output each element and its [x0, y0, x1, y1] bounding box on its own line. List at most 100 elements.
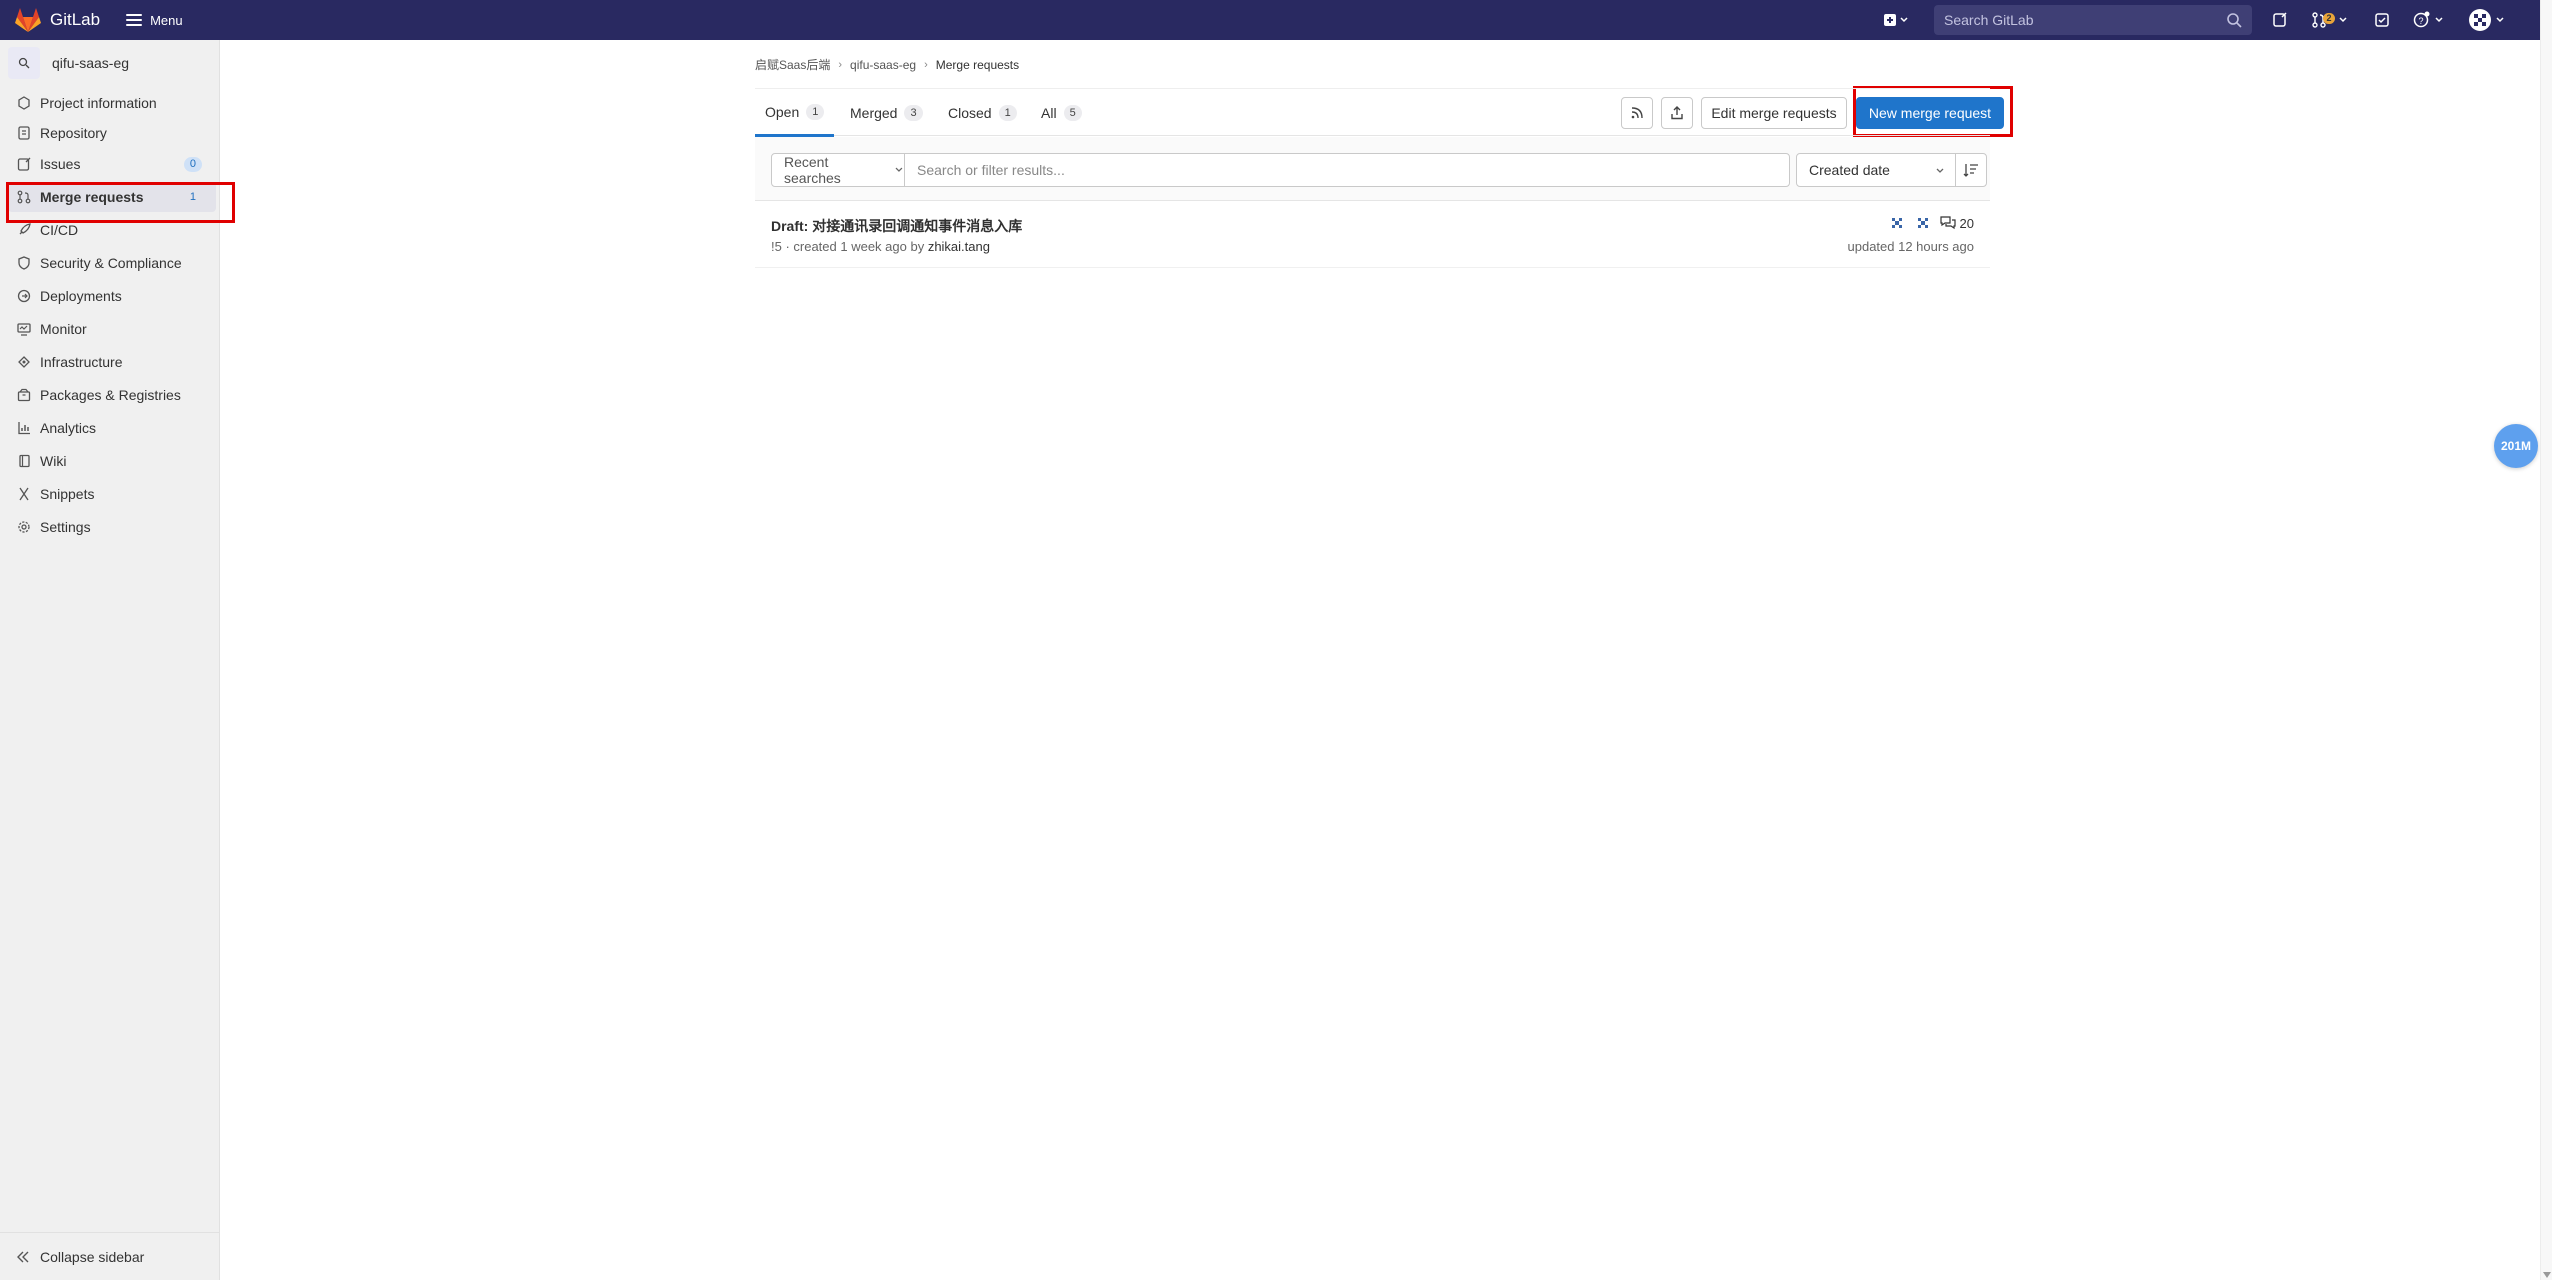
- merge-request-tabs: Open 1 Merged 3 Closed 1 All 5 Edit merg…: [755, 88, 2004, 137]
- brand-name: GitLab: [50, 10, 101, 29]
- sidebar-item-label: Merge requests: [40, 189, 144, 205]
- tab-merged[interactable]: Merged 3: [850, 89, 923, 137]
- avatar: [2468, 9, 2491, 31]
- filter-search-input[interactable]: Search or filter results...: [904, 153, 1790, 187]
- sidebar-item-settings[interactable]: Settings: [8, 512, 216, 542]
- sidebar-item-monitor[interactable]: Monitor: [8, 314, 216, 344]
- reviewer-avatar[interactable]: [1914, 214, 1932, 232]
- rocket-icon: [16, 222, 32, 238]
- deployments-icon: [16, 288, 32, 304]
- help-dropdown-button[interactable]: ?: [2408, 6, 2448, 34]
- tab-closed[interactable]: Closed 1: [948, 89, 1017, 137]
- new-merge-request-button[interactable]: New merge request: [1856, 97, 2004, 129]
- sort-dropdown[interactable]: Created date: [1796, 153, 1956, 187]
- new-merge-request-label: New merge request: [1868, 105, 1992, 121]
- project-avatar: [8, 47, 40, 79]
- sidebar-item-label: Infrastructure: [40, 354, 123, 370]
- sidebar-item-label: Wiki: [40, 453, 67, 469]
- gitlab-home-link[interactable]: GitLab: [14, 7, 100, 33]
- sidebar-item-label: Monitor: [40, 321, 87, 337]
- sidebar-item-label: Snippets: [40, 486, 95, 502]
- shield-icon: [16, 255, 32, 271]
- chevron-right-icon: ›: [838, 58, 843, 71]
- sidebar-item-label: Deployments: [40, 288, 122, 304]
- breadcrumb-group-link[interactable]: 启赋Saas后端: [755, 56, 830, 73]
- issues-icon: [2273, 12, 2287, 27]
- user-menu-button[interactable]: [2464, 6, 2508, 34]
- search-icon: [2227, 13, 2242, 28]
- recent-searches-dropdown[interactable]: Recent searches: [771, 153, 905, 187]
- sidebar-item-label: Project information: [40, 95, 157, 111]
- sort-descending-icon: [1963, 164, 1978, 177]
- new-dropdown-button[interactable]: [1878, 6, 1914, 34]
- tab-count: 1: [806, 103, 825, 120]
- edit-merge-requests-button[interactable]: Edit merge requests: [1701, 97, 1847, 129]
- comments-icon[interactable]: [1939, 216, 1956, 230]
- search-placeholder: Search GitLab: [1944, 12, 2034, 28]
- rss-button[interactable]: [1621, 97, 1653, 129]
- monitor-icon: [16, 321, 32, 337]
- chart-icon: [16, 420, 32, 436]
- merge-requests-nav-button[interactable]: 2: [2308, 6, 2352, 34]
- chevron-down-icon: [895, 167, 903, 172]
- breadcrumb: 启赋Saas后端 › qifu-saas-eg › Merge requests: [755, 56, 1019, 73]
- sidebar-item-label: Settings: [40, 519, 91, 535]
- menu-button[interactable]: Menu: [126, 13, 183, 28]
- sidebar-item-packages-registries[interactable]: Packages & Registries: [8, 380, 216, 410]
- merge-request-updated: updated 12 hours ago: [1847, 239, 1975, 254]
- project-icon: [16, 95, 32, 111]
- sort-label: Created date: [1809, 162, 1890, 178]
- sort-direction-button[interactable]: [1955, 153, 1987, 187]
- sidebar-item-label: Packages & Registries: [40, 387, 181, 403]
- sidebar-item-snippets[interactable]: Snippets: [8, 479, 216, 509]
- todos-nav-button[interactable]: [2370, 6, 2394, 34]
- assignee-avatar[interactable]: [1888, 214, 1906, 232]
- tab-all[interactable]: All 5: [1041, 89, 1082, 137]
- author-link[interactable]: zhikai.tang: [928, 239, 990, 254]
- sidebar-item-label: Analytics: [40, 420, 97, 436]
- menu-label: Menu: [150, 12, 183, 28]
- gear-icon: [16, 519, 32, 535]
- sidebar-item-project-information[interactable]: Project information: [8, 88, 216, 118]
- filter-bar: Recent searches Search or filter results…: [755, 137, 1990, 201]
- hamburger-icon: [126, 14, 143, 26]
- sidebar-item-issues[interactable]: Issues 0: [8, 149, 216, 179]
- merge-request-title-link[interactable]: Draft: 对接通讯录回调通知事件消息入库: [771, 216, 1022, 236]
- project-header[interactable]: qifu-saas-eg: [0, 40, 219, 86]
- sidebar-item-security-compliance[interactable]: Security & Compliance: [8, 248, 216, 278]
- todo-check-icon: [2375, 13, 2389, 27]
- collapse-sidebar-button[interactable]: Collapse sidebar: [0, 1232, 220, 1280]
- export-button[interactable]: [1661, 97, 1693, 129]
- floating-memory-badge[interactable]: 201M: [2494, 424, 2538, 468]
- breadcrumb-project-link[interactable]: qifu-saas-eg: [850, 58, 916, 72]
- tab-open[interactable]: Open 1: [755, 89, 835, 137]
- sidebar-item-deployments[interactable]: Deployments: [8, 281, 216, 311]
- sidebar-item-analytics[interactable]: Analytics: [8, 413, 216, 443]
- recent-searches-label: Recent searches: [784, 154, 841, 186]
- list-item: Draft: 对接通讯录回调通知事件消息入库 !5 · created 1 we…: [755, 202, 1990, 268]
- scroll-down-icon[interactable]: [2543, 1272, 2551, 1278]
- sidebar-item-ci-cd[interactable]: CI/CD: [8, 215, 216, 245]
- gitlab-logo-icon: [15, 8, 41, 32]
- double-chevron-left-icon: [17, 1251, 29, 1262]
- sidebar-item-infrastructure[interactable]: Infrastructure: [8, 347, 216, 377]
- search-input[interactable]: Search GitLab: [1934, 5, 2252, 35]
- tab-label: All: [1041, 105, 1057, 121]
- sidebar-item-merge-requests[interactable]: Merge requests 1: [8, 182, 216, 212]
- sidebar-item-repository[interactable]: Repository: [8, 118, 216, 148]
- tab-count: 5: [1063, 105, 1082, 121]
- chevron-down-icon: [2338, 17, 2347, 23]
- comments-count: 20: [1959, 215, 1974, 231]
- tab-count: 3: [904, 105, 923, 121]
- sidebar-item-wiki[interactable]: Wiki: [8, 446, 216, 476]
- rss-icon: [1631, 107, 1643, 119]
- mr-count-badge: 2: [2323, 12, 2335, 24]
- merge-request-ref: !5 · created 1 week ago by: [771, 239, 928, 254]
- breadcrumb-current[interactable]: Merge requests: [936, 58, 1019, 72]
- merge-request-icon: [16, 189, 32, 205]
- merge-request-indicators: 20: [1888, 214, 1974, 232]
- issues-nav-button[interactable]: [2268, 6, 2292, 34]
- page-scrollbar[interactable]: [2540, 0, 2552, 1280]
- merge-request-meta: !5 · created 1 week ago by zhikai.tang: [771, 239, 990, 254]
- chevron-down-icon: [2434, 17, 2443, 23]
